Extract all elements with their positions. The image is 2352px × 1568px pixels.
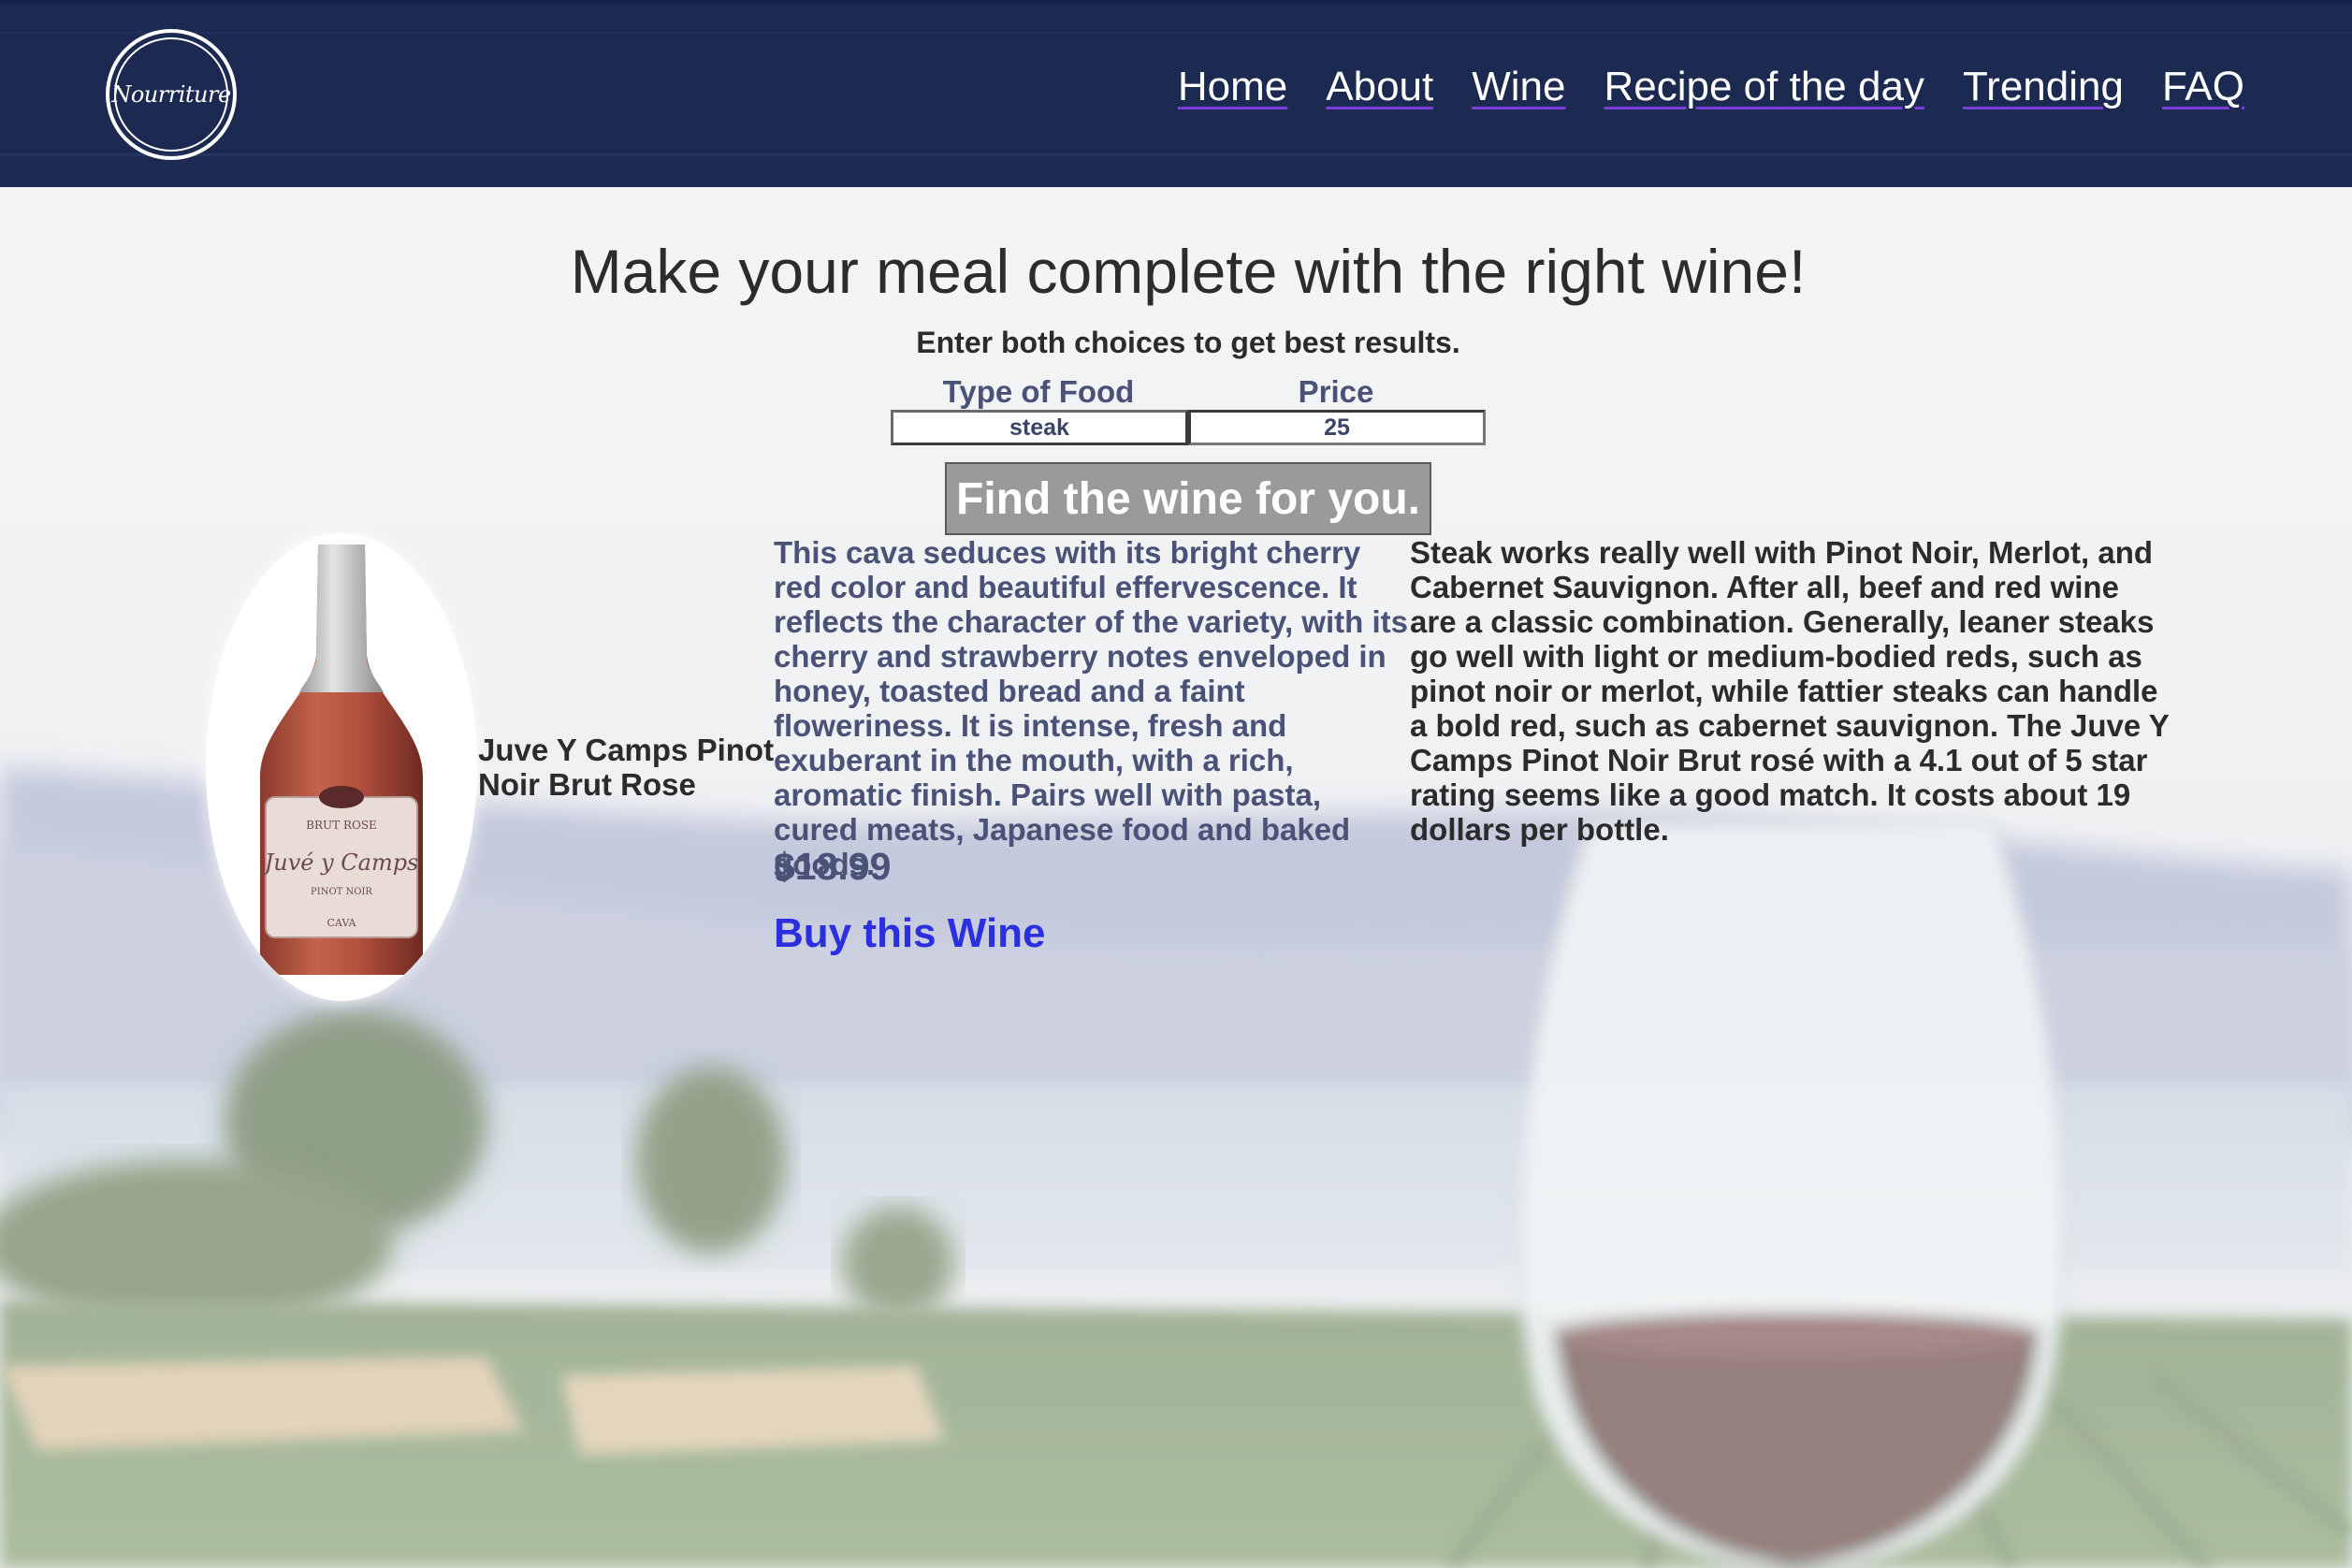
buy-wine-link[interactable]: Buy this Wine	[774, 910, 1046, 957]
brand-logo-text: Nourriture	[111, 81, 231, 108]
form-instructions: Enter both choices to get best results.	[916, 326, 1460, 359]
page-title: Make your meal complete with the right w…	[570, 237, 1807, 306]
bottle-label-top: BRUT ROSE	[306, 819, 377, 832]
nav-link-wine[interactable]: Wine	[1472, 64, 1565, 110]
main-nav: Home About Wine Recipe of the day Trendi…	[1178, 64, 2244, 110]
nav-link-about[interactable]: About	[1326, 64, 1433, 110]
brand-logo[interactable]: Nourriture	[106, 29, 237, 160]
nav-link-recipe-of-the-day[interactable]: Recipe of the day	[1604, 64, 1924, 110]
find-wine-button[interactable]: Find the wine for you.	[945, 462, 1431, 535]
pairing-explanation: Steak works really well with Pinot Noir,…	[1410, 535, 2170, 847]
wine-bottle-image: BRUT ROSE Juvé y Camps PINOT NOIR CAVA	[206, 533, 477, 1001]
nav-link-trending[interactable]: Trending	[1963, 64, 2124, 110]
food-type-label: Type of Food	[942, 374, 1135, 409]
header-divider-bottom	[0, 153, 2352, 156]
wine-name: Juve Y Camps Pinot Noir Brut Rose	[478, 733, 775, 802]
nav-link-faq[interactable]: FAQ	[2162, 64, 2244, 110]
nav-link-home[interactable]: Home	[1178, 64, 1287, 110]
food-type-input[interactable]	[891, 410, 1188, 445]
price-input[interactable]	[1188, 410, 1486, 445]
price-label: Price	[1298, 374, 1374, 409]
header-divider-top	[0, 32, 2352, 34]
bottle-label-type: CAVA	[327, 917, 357, 929]
bottle-label-variety: PINOT NOIR	[311, 887, 372, 897]
wine-description: This cava seduces with its bright cherry…	[774, 535, 1408, 881]
wine-price: $18.99	[774, 845, 892, 888]
site-header: Nourriture Home About Wine Recipe of the…	[0, 0, 2352, 187]
bottle-label-brand: Juvé y Camps	[260, 849, 419, 876]
